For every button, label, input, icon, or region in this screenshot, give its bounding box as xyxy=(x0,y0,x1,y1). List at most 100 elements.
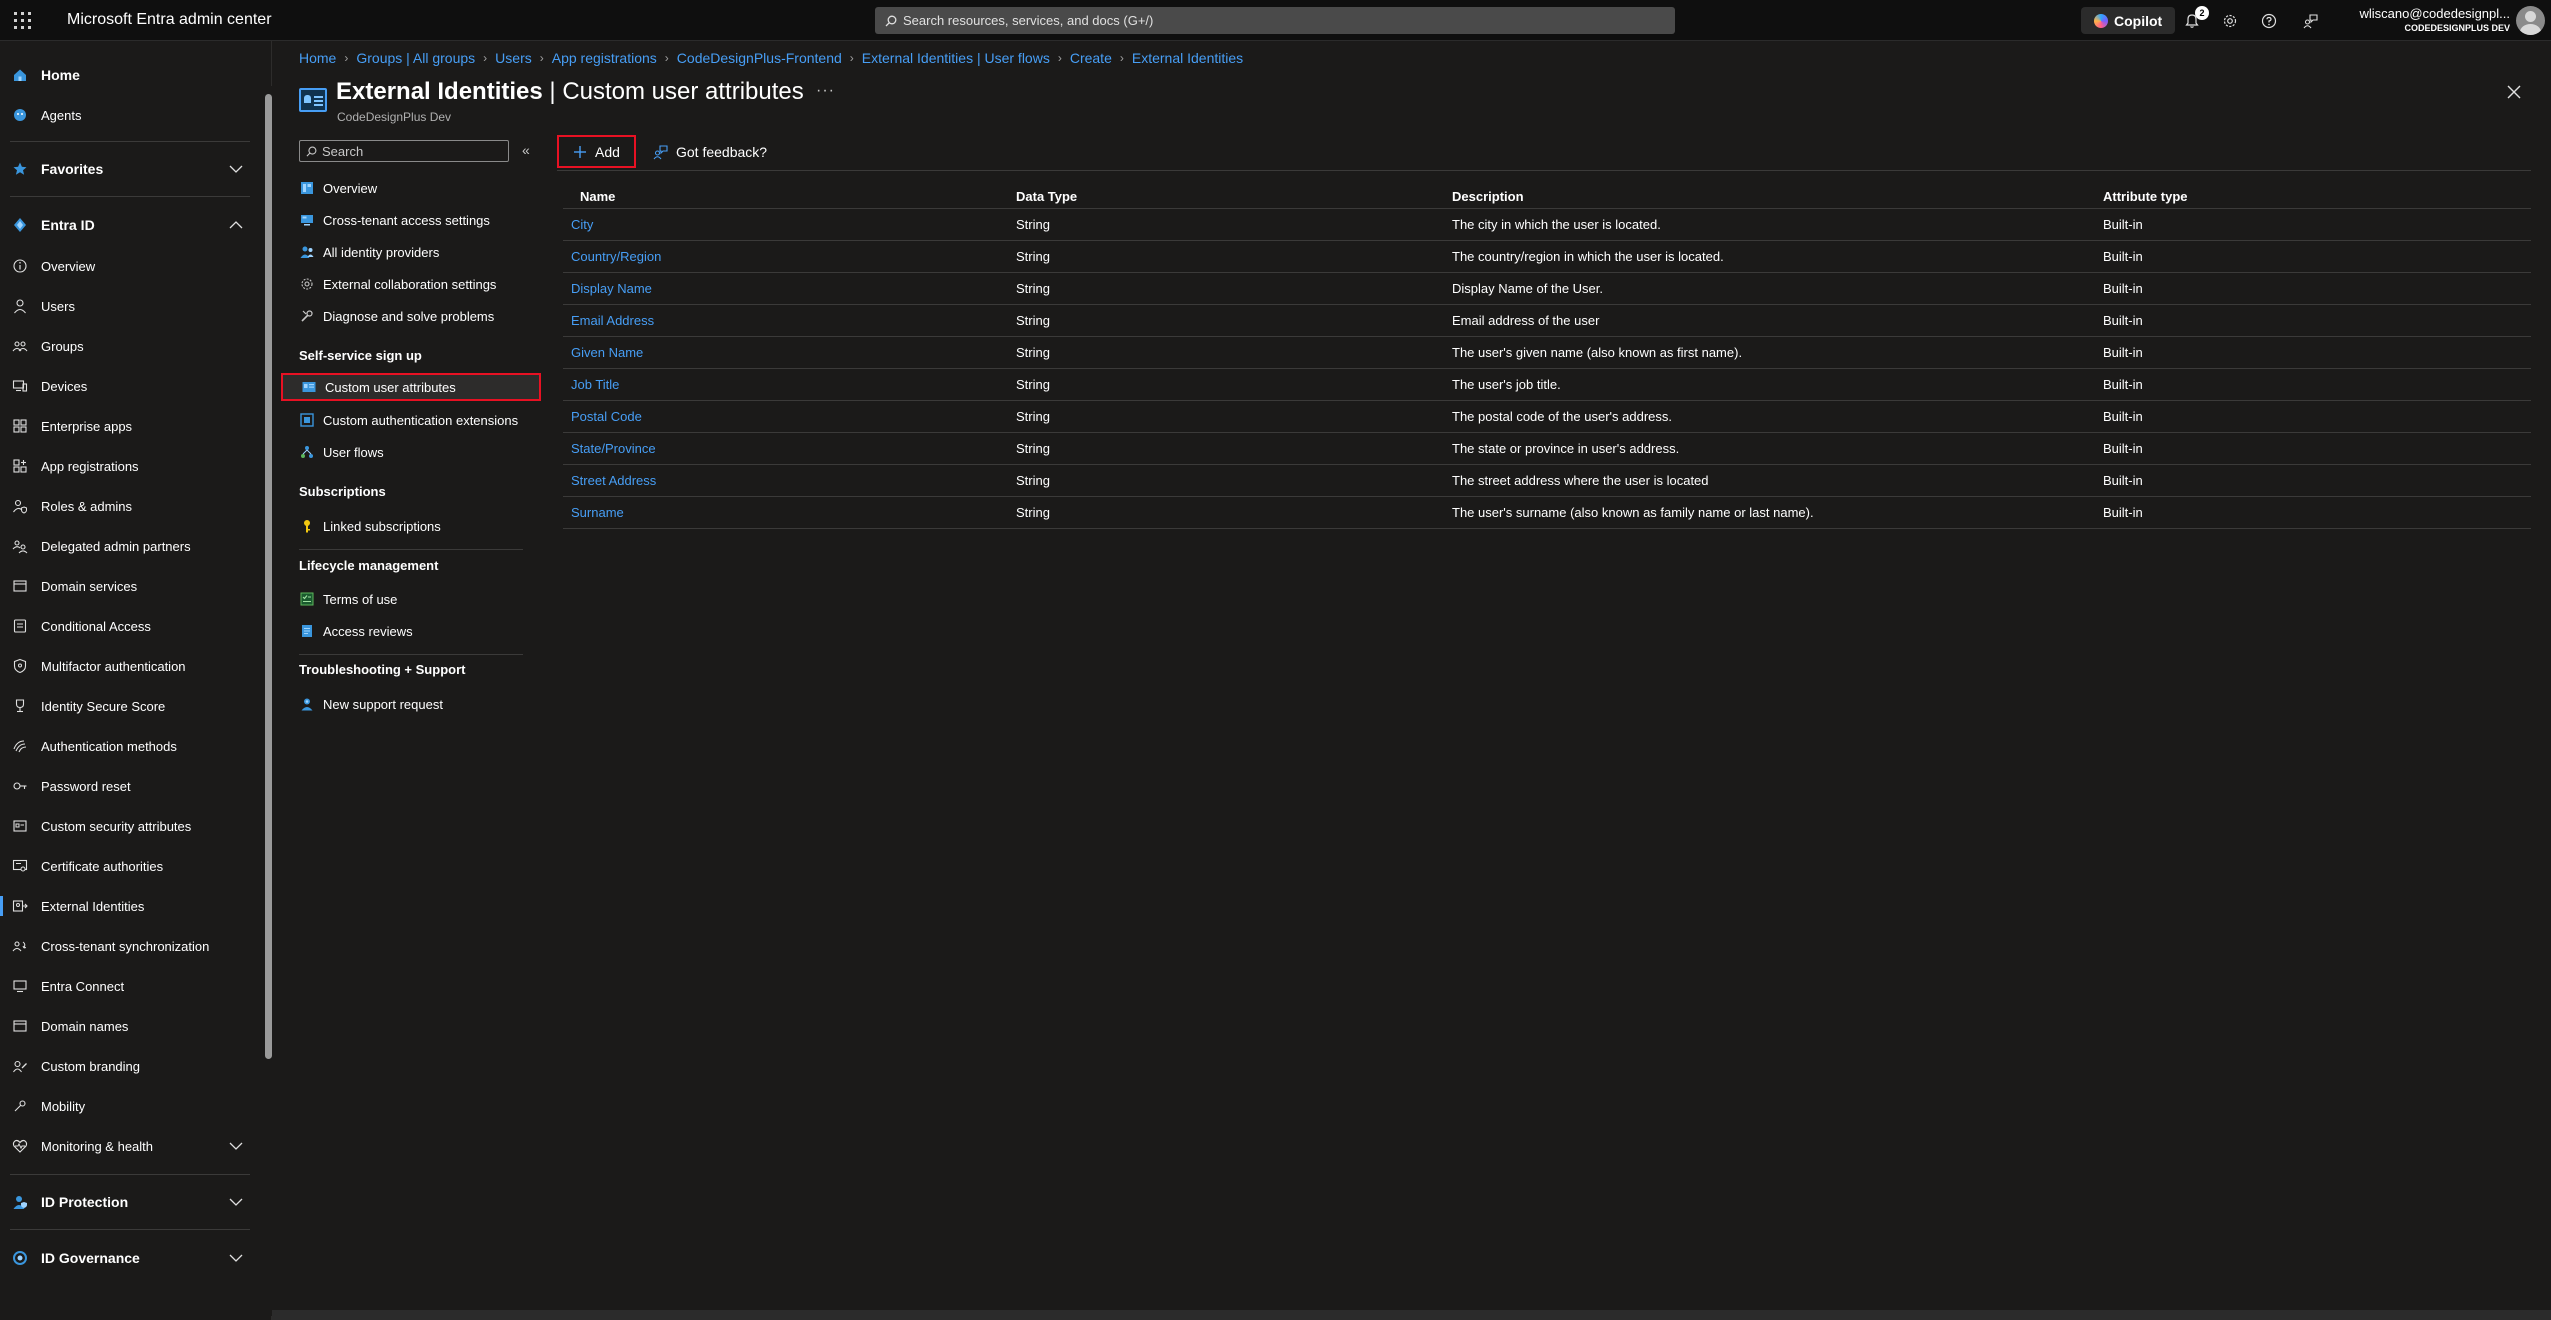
nav-item-custom-branding[interactable]: Custom branding xyxy=(0,1050,262,1082)
breadcrumb-external-identities[interactable]: External Identities xyxy=(1132,50,1243,66)
help-button[interactable] xyxy=(2258,10,2280,32)
breadcrumb-app-registrations[interactable]: App registrations xyxy=(552,50,657,66)
nav-item-entra-connect[interactable]: Entra Connect xyxy=(0,970,262,1002)
menu-item-access-reviews[interactable]: Access reviews xyxy=(299,617,539,645)
nav-item-conditional-access[interactable]: Conditional Access xyxy=(0,610,262,642)
column-header-description[interactable]: Description xyxy=(1452,185,1524,208)
nav-item-devices[interactable]: Devices xyxy=(0,370,262,402)
menu-item-overview[interactable]: Overview xyxy=(299,174,539,202)
nav-item-entra-id[interactable]: Entra ID xyxy=(0,209,262,241)
menu-item-cross-tenant-access-settings[interactable]: Cross-tenant access settings xyxy=(299,206,539,234)
nav-item-delegated-admin-partners[interactable]: Delegated admin partners xyxy=(0,530,262,562)
nav-item-home[interactable]: Home xyxy=(0,59,262,91)
attribute-name-link[interactable]: City xyxy=(571,209,593,240)
nav-scrollbar-thumb[interactable] xyxy=(265,94,272,1059)
column-header-name[interactable]: Name xyxy=(580,185,615,208)
notifications-button[interactable]: 2 xyxy=(2181,6,2209,32)
nav-item-overview[interactable]: Overview xyxy=(0,250,262,282)
trophy-icon xyxy=(11,697,29,715)
table-header: Name Data Type Description Attribute typ… xyxy=(563,185,2531,209)
breadcrumb-app[interactable]: CodeDesignPlus-Frontend xyxy=(677,50,842,66)
nav-item-identity-secure-score[interactable]: Identity Secure Score xyxy=(0,690,262,722)
devices-icon xyxy=(11,377,29,395)
nav-item-cross-tenant-synchronization[interactable]: Cross-tenant synchronization xyxy=(0,930,262,962)
apps-icon xyxy=(11,417,29,435)
sync-icon xyxy=(11,937,29,955)
nav-item-certificate-authorities[interactable]: Certificate authorities xyxy=(0,850,262,882)
nav-item-mobility[interactable]: Mobility xyxy=(0,1090,262,1122)
nav-scrollbar[interactable] xyxy=(264,86,272,1316)
nav-item-custom-security-attributes[interactable]: Custom security attributes xyxy=(0,810,262,842)
column-header-attribute-type[interactable]: Attribute type xyxy=(2103,185,2188,208)
got-feedback-button[interactable]: Got feedback? xyxy=(652,140,767,164)
chevron-down-icon xyxy=(229,165,243,173)
attribute-name-link[interactable]: Postal Code xyxy=(571,401,642,432)
nav-item-users[interactable]: Users xyxy=(0,290,262,322)
info-icon xyxy=(11,257,29,275)
global-search-input[interactable]: Search resources, services, and docs (G+… xyxy=(875,7,1675,34)
chevron-right-icon: › xyxy=(483,51,488,65)
breadcrumb-users[interactable]: Users xyxy=(495,50,532,66)
add-button[interactable]: Add xyxy=(557,135,636,168)
breadcrumb-create[interactable]: Create xyxy=(1070,50,1112,66)
monitoring-icon xyxy=(11,1137,29,1155)
app-title[interactable]: Microsoft Entra admin center xyxy=(67,11,272,29)
menu-search-placeholder: Search xyxy=(322,143,364,159)
nav-item-roles-admins[interactable]: Roles & admins xyxy=(0,490,262,522)
menu-item-linked-subscriptions[interactable]: Linked subscriptions xyxy=(299,512,539,540)
nav-item-domain-services[interactable]: Domain services xyxy=(0,570,262,602)
attribute-name-link[interactable]: Surname xyxy=(571,497,624,528)
external-identities-icon xyxy=(11,897,29,915)
nav-item-domain-names[interactable]: Domain names xyxy=(0,1010,262,1042)
feedback-button[interactable] xyxy=(2299,10,2321,32)
attribute-name-link[interactable]: Email Address xyxy=(571,305,654,336)
menu-item-terms-of-use[interactable]: Terms of use xyxy=(299,585,539,613)
breadcrumb-groups[interactable]: Groups | All groups xyxy=(356,50,475,66)
attribute-name-link[interactable]: Given Name xyxy=(571,337,643,368)
nav-item-monitoring-health[interactable]: Monitoring & health xyxy=(0,1130,262,1162)
column-header-data-type[interactable]: Data Type xyxy=(1016,185,1077,208)
menu-section-lifecycle: Lifecycle management xyxy=(299,558,439,573)
menu-item-custom-user-attributes[interactable]: Custom user attributes xyxy=(281,373,541,401)
menu-item-label: Custom authentication extensions xyxy=(323,412,519,428)
description-cell: The postal code of the user's address. xyxy=(1452,409,1672,424)
breadcrumb-user-flows[interactable]: External Identities | User flows xyxy=(862,50,1050,66)
table-row: Job Title String The user's job title. Buil… xyxy=(563,369,2531,401)
nav-item-multifactor-authentication[interactable]: Multifactor authentication xyxy=(0,650,262,682)
nav-label: Home xyxy=(41,67,80,83)
menu-item-all-identity-providers[interactable]: All identity providers xyxy=(299,238,539,266)
attribute-name-link[interactable]: Country/Region xyxy=(571,241,661,272)
more-options-icon[interactable]: ··· xyxy=(816,82,835,100)
nav-item-id-governance[interactable]: ID Governance xyxy=(0,1242,262,1274)
menu-item-new-support-request[interactable]: New support request xyxy=(299,690,539,718)
menu-item-custom-authentication-extensions[interactable]: Custom authentication extensions xyxy=(299,406,539,434)
attribute-name-link[interactable]: Job Title xyxy=(571,369,619,400)
nav-item-password-reset[interactable]: Password reset xyxy=(0,770,262,802)
attribute-name-link[interactable]: State/Province xyxy=(571,433,656,464)
nav-item-authentication-methods[interactable]: Authentication methods xyxy=(0,730,262,762)
nav-item-enterprise-apps[interactable]: Enterprise apps xyxy=(0,410,262,442)
menu-item-diagnose-solve[interactable]: Diagnose and solve problems xyxy=(299,302,539,330)
app-launcher-icon[interactable] xyxy=(14,12,31,29)
home-icon xyxy=(11,66,29,84)
copilot-button[interactable]: Copilot xyxy=(2081,7,2176,34)
breadcrumb-home[interactable]: Home xyxy=(299,50,336,66)
account-info[interactable]: wliscano@codedesignpl... CODEDESIGNPLUS … xyxy=(2320,6,2510,33)
menu-search-input[interactable]: Search xyxy=(299,140,509,162)
attribute-name-link[interactable]: Street Address xyxy=(571,465,656,496)
nav-item-groups[interactable]: Groups xyxy=(0,330,262,362)
close-button[interactable] xyxy=(2504,82,2524,102)
attribute-name-link[interactable]: Display Name xyxy=(571,273,652,304)
nav-item-id-protection[interactable]: ID Protection xyxy=(0,1186,262,1218)
nav-item-app-registrations[interactable]: App registrations xyxy=(0,450,262,482)
settings-button[interactable] xyxy=(2219,10,2241,32)
nav-item-external-identities[interactable]: External Identities xyxy=(0,890,262,922)
menu-item-user-flows[interactable]: User flows xyxy=(299,438,539,466)
nav-item-agents[interactable]: Agents xyxy=(0,99,262,131)
nav-item-favorites[interactable]: Favorites xyxy=(0,153,262,185)
menu-item-external-collaboration-settings[interactable]: External collaboration settings xyxy=(299,270,539,298)
star-icon xyxy=(11,160,29,178)
avatar[interactable] xyxy=(2516,6,2545,35)
bottom-scrollbar[interactable] xyxy=(272,1310,2551,1320)
collapse-menu-button[interactable]: « xyxy=(522,142,530,158)
